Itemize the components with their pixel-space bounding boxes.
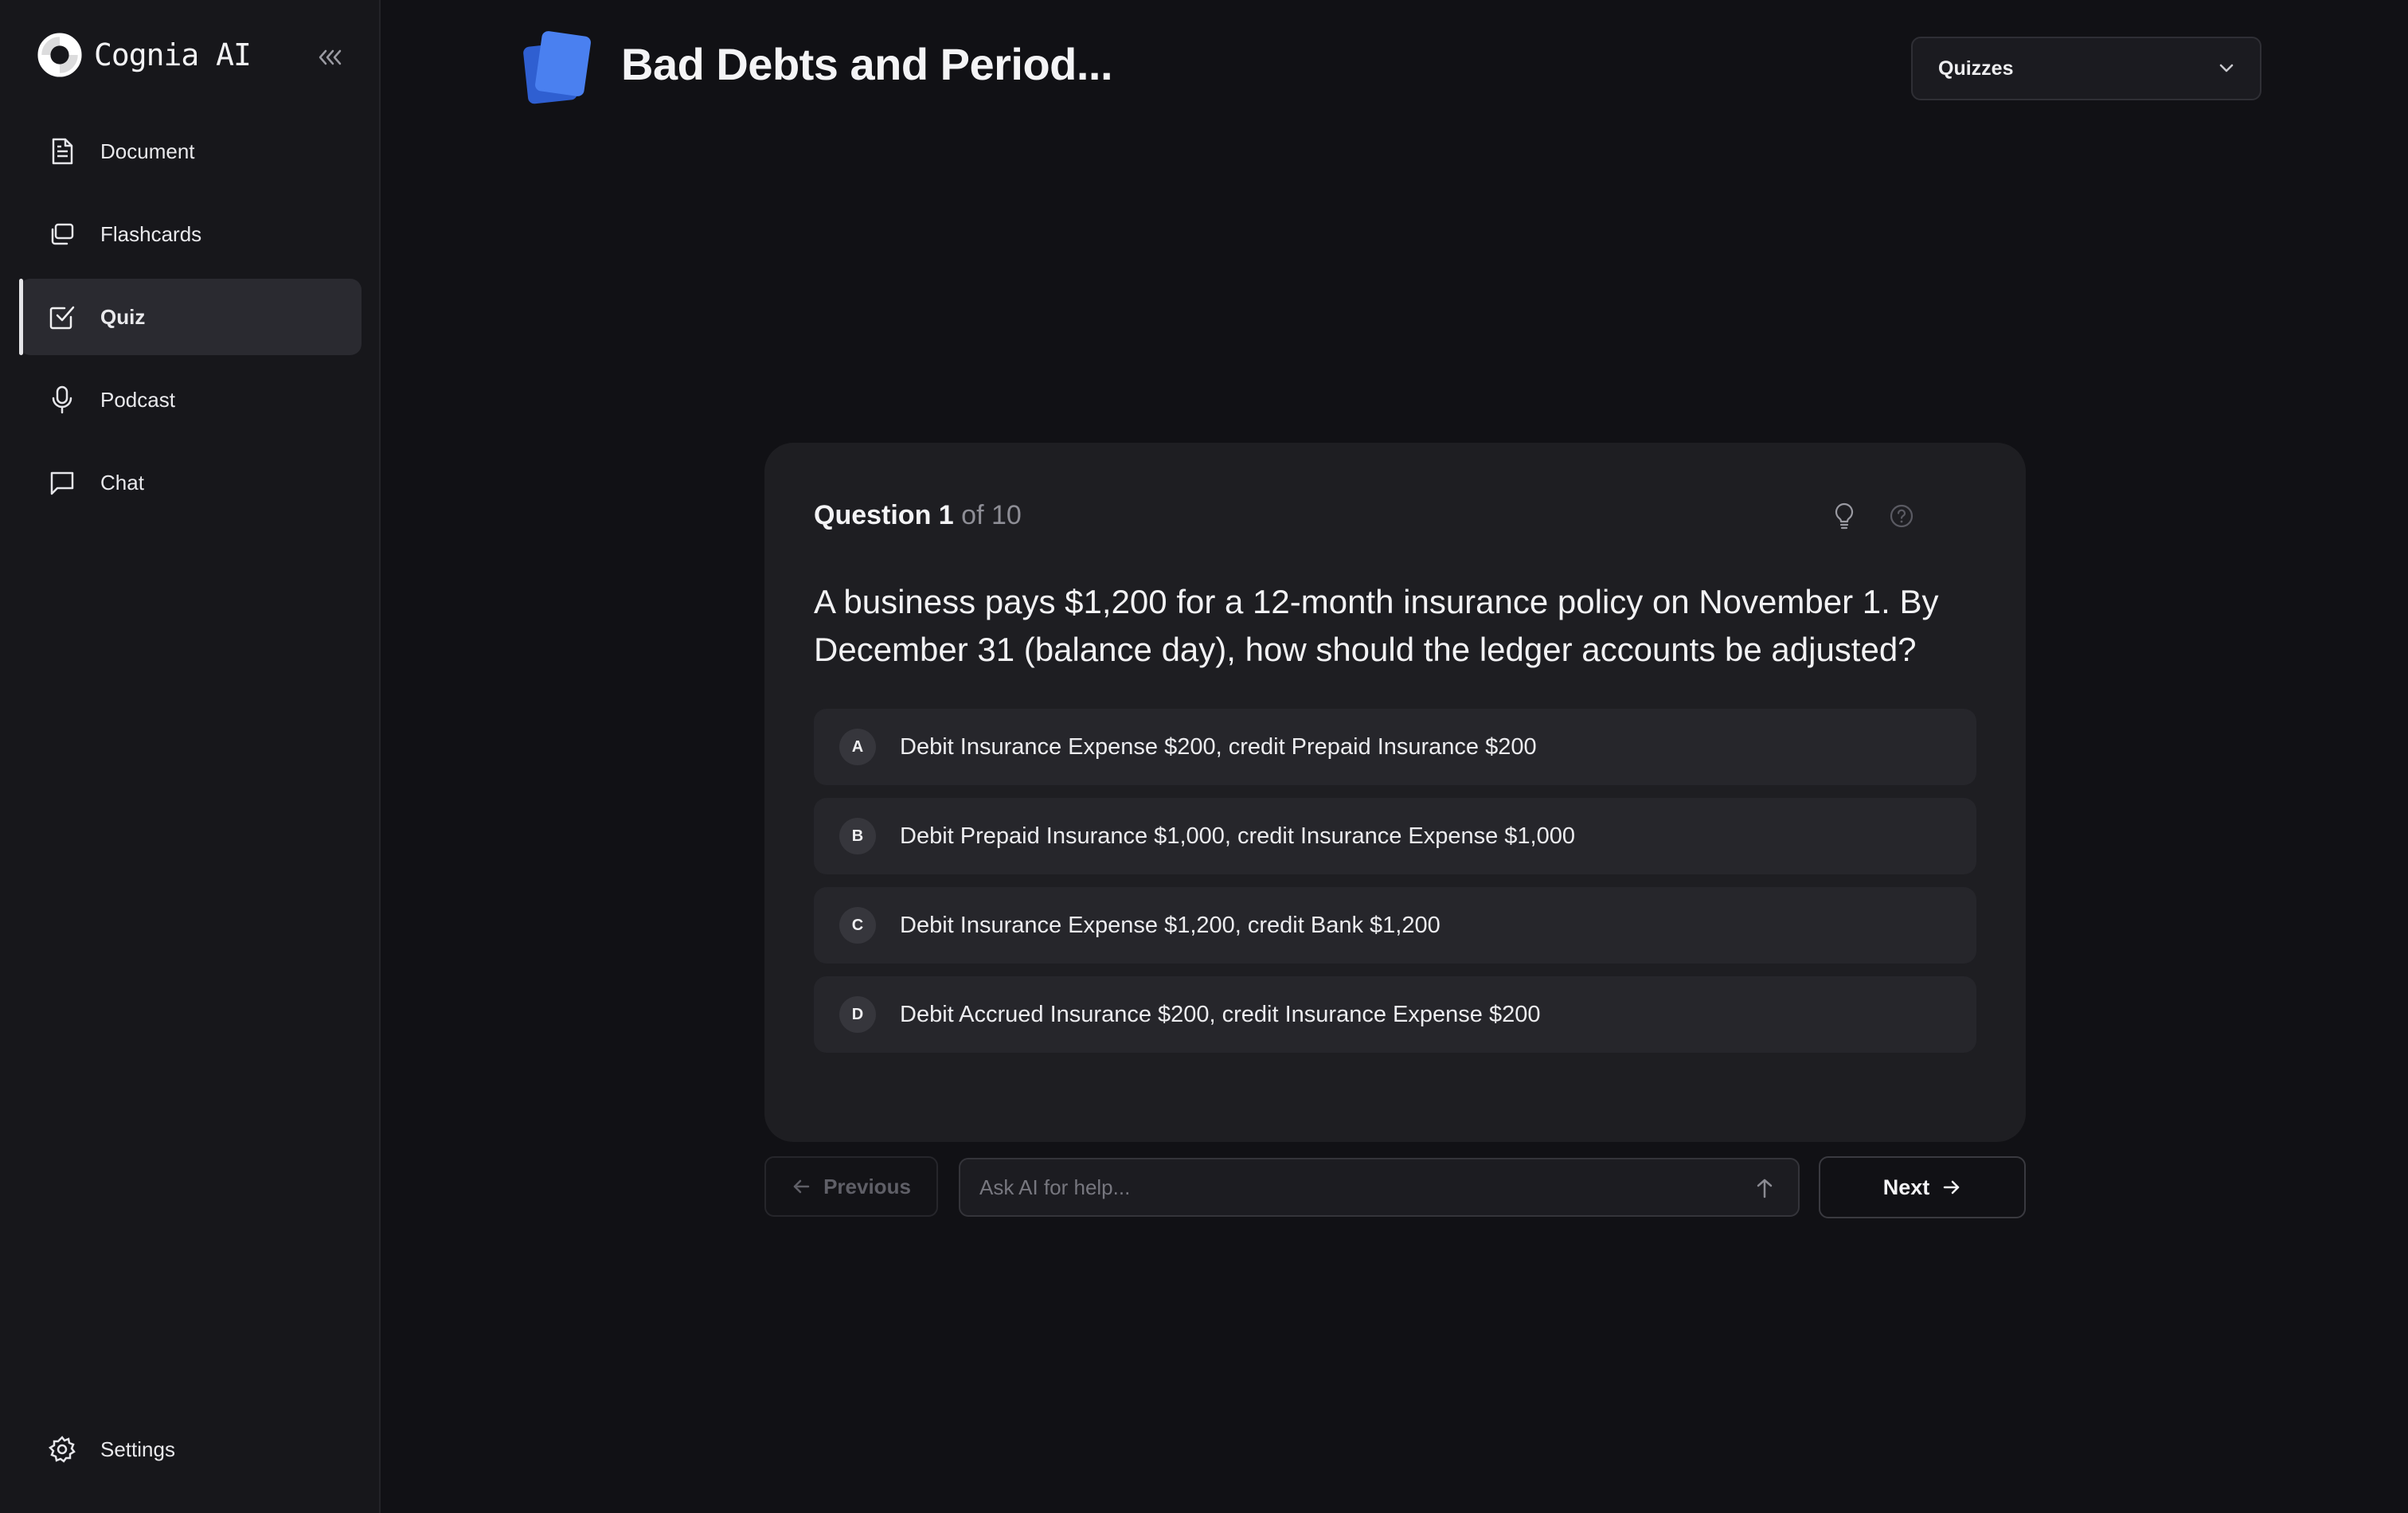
sidebar-item-label: Document [100, 139, 195, 163]
chevron-down-icon [2219, 64, 2234, 72]
app-root: Cognia AI Document Flashcards Quiz Podca… [0, 0, 2408, 1513]
next-label: Next [1882, 1175, 1930, 1199]
sidebar-item-label: Podcast [100, 387, 175, 412]
question-number: Question 1 [814, 500, 954, 530]
flashcards-icon [48, 220, 76, 248]
sidebar-nav: Document Flashcards Quiz Podcast Chat [19, 113, 362, 527]
chat-bubble-icon [48, 468, 76, 497]
previous-label: Previous [823, 1174, 911, 1198]
question-total: of 10 [961, 500, 1022, 530]
option-letter-badge: D [839, 996, 876, 1033]
collapse-sidebar-button[interactable] [314, 41, 349, 73]
content-type-dropdown[interactable]: Quizzes [1911, 37, 2261, 100]
previous-button[interactable]: Previous [764, 1156, 938, 1217]
answer-option-c[interactable]: C Debit Insurance Expense $1,200, credit… [814, 887, 1976, 964]
option-text: Debit Insurance Expense $1,200, credit B… [900, 912, 1440, 938]
answer-option-d[interactable]: D Debit Accrued Insurance $200, credit I… [814, 976, 1976, 1053]
question-text: A business pays $1,200 for a 12-month in… [814, 583, 1939, 668]
arrow-right-icon [1944, 1180, 1960, 1194]
sidebar-item-label: Quiz [100, 304, 146, 329]
document-icon [48, 137, 76, 166]
next-button[interactable]: Next [1819, 1156, 2026, 1218]
sidebar-item-label: Chat [100, 470, 144, 495]
answer-options: A Debit Insurance Expense $200, credit P… [814, 709, 1976, 1065]
help-button[interactable] [1884, 498, 1919, 534]
answer-option-b[interactable]: B Debit Prepaid Insurance $1,000, credit… [814, 798, 1976, 874]
option-text: Debit Prepaid Insurance $1,000, credit I… [900, 823, 1575, 849]
hint-button[interactable] [1827, 498, 1862, 534]
lightbulb-icon [1835, 502, 1854, 530]
answer-option-a[interactable]: A Debit Insurance Expense $200, credit P… [814, 709, 1976, 785]
settings-label: Settings [100, 1437, 175, 1461]
microphone-icon [48, 385, 76, 414]
sidebar-item-settings[interactable]: Settings [19, 1411, 362, 1488]
quiz-check-icon [48, 303, 76, 331]
question-circle-icon [1890, 504, 1914, 528]
sidebar-item-label: Flashcards [100, 221, 202, 246]
sidebar-item-quiz[interactable]: Quiz [19, 279, 362, 355]
sidebar-item-podcast[interactable]: Podcast [19, 362, 362, 438]
dropdown-selected-value: Quizzes [1938, 57, 2014, 80]
brand: Cognia AI [37, 32, 252, 78]
sidebar-item-flashcards[interactable]: Flashcards [19, 196, 362, 272]
page-title: Bad Debts and Period... [621, 39, 1113, 89]
arrow-left-icon [793, 1179, 810, 1194]
gear-icon [48, 1435, 76, 1464]
question-counter: Question 1 of 10 [814, 500, 1022, 531]
option-letter-badge: B [839, 818, 876, 854]
send-button[interactable] [1749, 1172, 1781, 1204]
option-letter-badge: C [839, 907, 876, 944]
flashcard-deck-icon [523, 31, 591, 104]
option-text: Debit Accrued Insurance $200, credit Ins… [900, 1001, 1541, 1027]
ask-ai-box [959, 1158, 1800, 1217]
arrow-up-icon [1757, 1179, 1773, 1198]
ask-ai-input[interactable] [960, 1159, 1725, 1215]
app-name: Cognia AI [94, 37, 252, 72]
cognia-logo-icon [37, 33, 82, 77]
option-letter-badge: A [839, 729, 876, 765]
quiz-card: Question 1 of 10 A business pays $1,200 … [764, 443, 2026, 1142]
sidebar: Cognia AI Document Flashcards Quiz Podca… [0, 0, 381, 1513]
double-chevron-left-icon [319, 49, 342, 65]
sidebar-item-document[interactable]: Document [19, 113, 362, 190]
option-text: Debit Insurance Expense $200, credit Pre… [900, 733, 1537, 760]
sidebar-item-chat[interactable]: Chat [19, 444, 362, 521]
